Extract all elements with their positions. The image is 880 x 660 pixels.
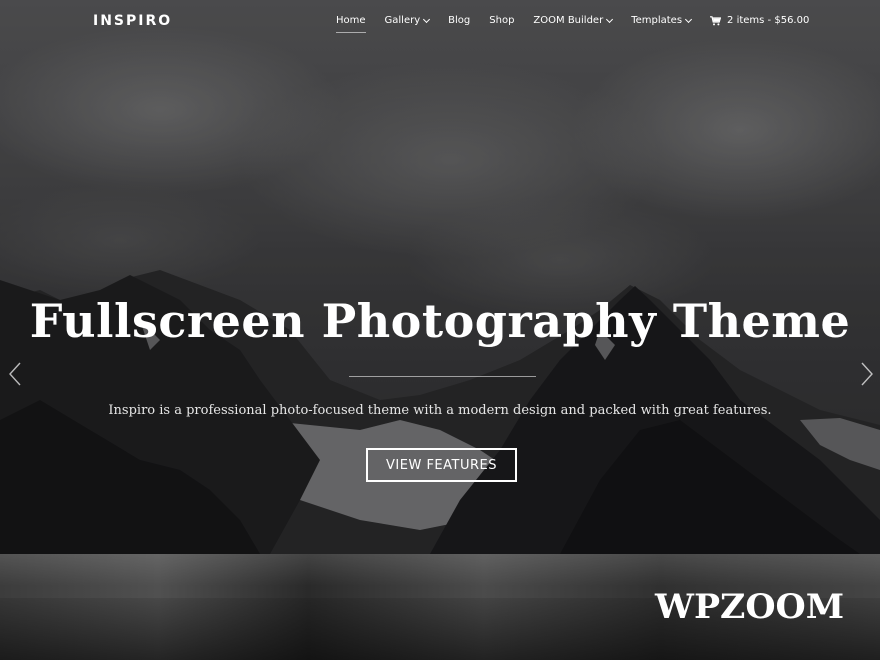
nav-item-gallery[interactable]: Gallery xyxy=(384,15,431,26)
cart-icon xyxy=(710,15,722,25)
chevron-down-icon xyxy=(606,15,614,23)
site-logo[interactable]: INSPIRO xyxy=(93,13,172,29)
nav-item-blog[interactable]: Blog xyxy=(448,15,470,26)
chevron-down-icon xyxy=(684,15,693,23)
cart-link[interactable]: 2 items - $56.00 xyxy=(710,15,809,26)
nav-item-home[interactable]: Home xyxy=(336,15,366,33)
nav-item-shop[interactable]: Shop xyxy=(489,15,514,26)
nav-item-label: Shop xyxy=(489,15,515,26)
nav-item-label: Home xyxy=(336,15,366,26)
nav-item-templates[interactable]: Templates xyxy=(631,15,693,26)
hero-subtitle: Inspiro is a professional photo-focused … xyxy=(108,403,772,418)
nav-item-label: Gallery xyxy=(384,15,421,26)
chevron-left-icon[interactable] xyxy=(8,362,22,386)
cart-summary: 2 items - $56.00 xyxy=(727,15,810,26)
nav-item-label: Blog xyxy=(448,15,471,26)
chevron-right-icon[interactable] xyxy=(860,362,874,386)
nav-item-label: Templates xyxy=(631,15,683,26)
view-features-button[interactable]: VIEW FEATURES xyxy=(366,448,517,482)
wpzoom-brand-logo: WPZOOM xyxy=(655,587,845,627)
nav-item-label: ZOOM Builder xyxy=(533,15,604,26)
nav-item-zoom-builder[interactable]: ZOOM Builder xyxy=(533,15,614,26)
hero-divider xyxy=(349,376,536,377)
hero-title: Fullscreen Photography Theme xyxy=(29,294,851,348)
chevron-down-icon xyxy=(423,15,431,23)
main-navigation: Home Gallery Blog Shop ZOOM Builder Temp… xyxy=(336,15,809,33)
